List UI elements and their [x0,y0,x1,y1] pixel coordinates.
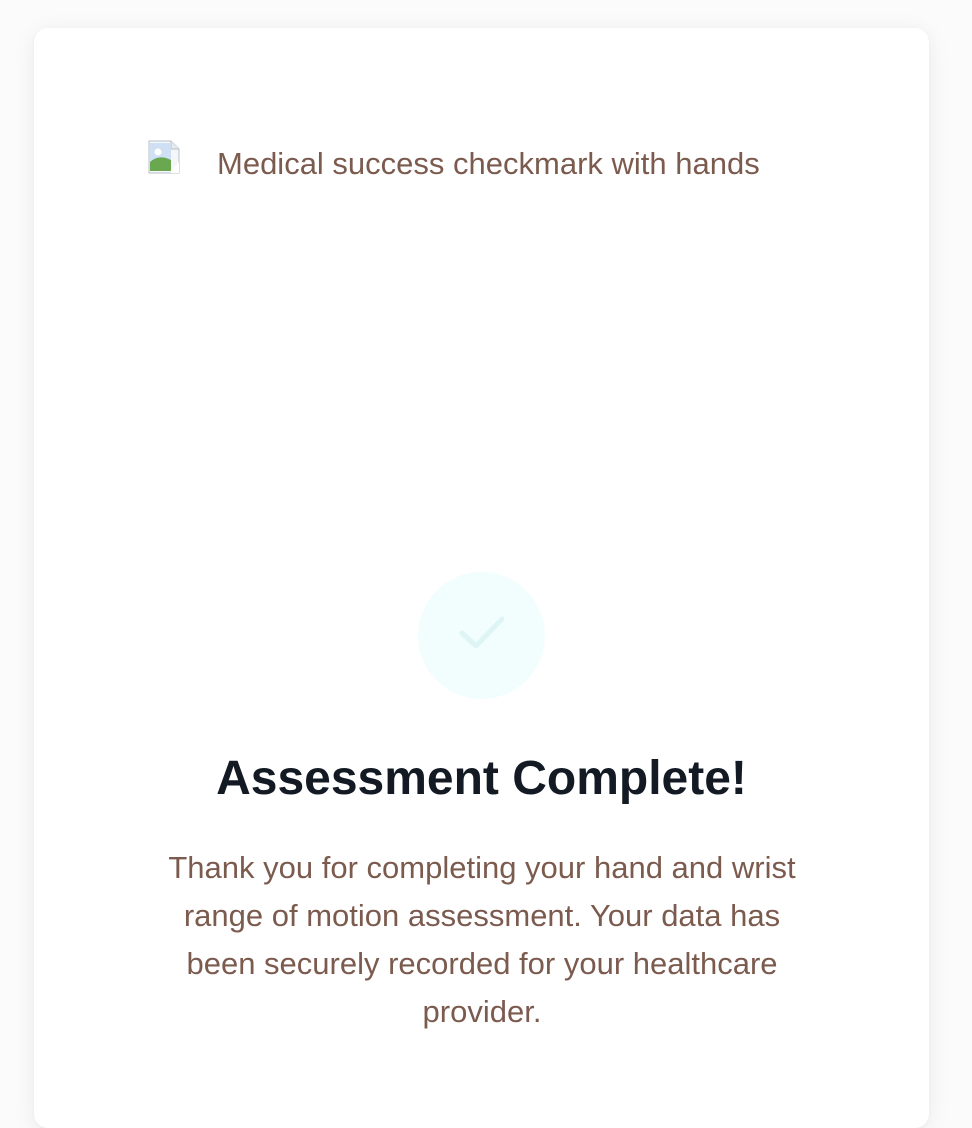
page-title: Assessment Complete! [216,752,747,805]
checkmark-icon [458,613,506,658]
completion-card: Medical success checkmark with hands Ass… [34,28,929,1128]
hero-image: Medical success checkmark with hands [147,140,817,540]
success-badge [418,572,545,699]
broken-image-icon [147,140,181,174]
completion-message: Thank you for completing your hand and w… [168,850,796,1029]
image-alt-text: Medical success checkmark with hands [217,146,760,181]
